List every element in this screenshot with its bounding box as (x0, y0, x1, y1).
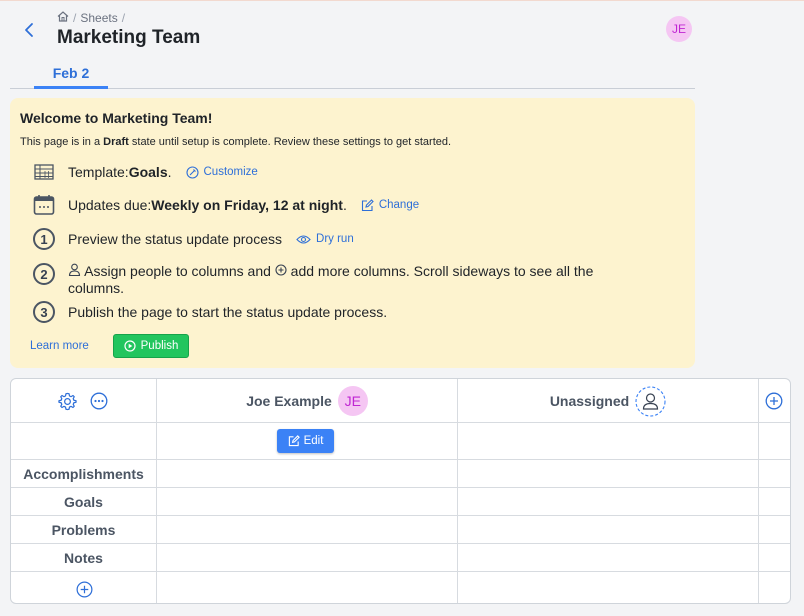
updates-label: Updates due: (68, 197, 152, 213)
step-1-number: 1 (33, 228, 55, 250)
plus-circle-icon (275, 263, 287, 279)
plus-circle-icon (765, 392, 783, 410)
draft-state: Draft (103, 136, 129, 148)
step-2-text-a: Assign people to columns and (81, 263, 275, 279)
template-period: . (167, 164, 172, 180)
back-button[interactable] (18, 19, 40, 41)
row-label-problems: Problems (51, 522, 116, 538)
status-grid: Joe Example JE Unassigned Edit Accomplis… (10, 378, 791, 604)
publish-label: Publish (140, 340, 179, 352)
breadcrumb-sheets[interactable]: Sheets (80, 11, 117, 25)
dry-run-link[interactable]: Dry run (296, 233, 354, 245)
eye-icon (296, 234, 311, 244)
user-avatar[interactable]: JE (666, 16, 692, 42)
template-name: Goals (128, 164, 168, 180)
magic-wand-icon (185, 165, 199, 179)
step-1-row: 1 Preview the status update process Dry … (32, 227, 354, 251)
plus-circle-icon (76, 581, 92, 597)
chevron-left-icon (25, 23, 33, 37)
row-label-goals: Goals (64, 494, 103, 510)
column-header-unassigned[interactable]: Unassigned (458, 379, 758, 423)
breadcrumb-separator: / (73, 11, 77, 25)
step-1-text: Preview the status update process (68, 231, 283, 247)
updates-period: . (342, 197, 347, 213)
step-2-text-c: columns. (68, 280, 125, 296)
column-name: Unassigned (549, 393, 630, 409)
settings-button[interactable] (57, 391, 77, 411)
template-row: Template: Goals. Customize (32, 160, 258, 184)
breadcrumb: / Sheets / (57, 11, 125, 25)
column-header-joe-example[interactable]: Joe Example JE (157, 379, 457, 423)
step-2-number: 2 (33, 263, 55, 285)
table-icon (32, 160, 56, 184)
draft-desc-text: This page is in a (20, 136, 104, 148)
more-options-button[interactable] (89, 391, 109, 411)
dry-run-label: Dry run (316, 233, 354, 245)
row-label-accomplishments: Accomplishments (23, 466, 144, 482)
tab-feb-2[interactable]: Feb 2 (34, 63, 108, 89)
change-link[interactable]: Change (361, 198, 420, 212)
home-icon[interactable] (57, 11, 69, 25)
row-label-notes: Notes (64, 550, 103, 566)
template-label: Template: (68, 164, 129, 180)
step-3-text: Publish the page to start the status upd… (68, 304, 388, 320)
draft-setup-panel: Welcome to Marketing Team! This page is … (10, 98, 695, 368)
person-icon (68, 263, 81, 279)
change-label: Change (378, 199, 420, 211)
customize-label: Customize (203, 166, 258, 178)
updates-schedule: Weekly on Friday, 12 at night (151, 197, 343, 213)
add-row-button[interactable] (74, 579, 94, 599)
edit-button[interactable]: Edit (277, 429, 334, 453)
updates-row: Updates due: Weekly on Friday, 12 at nig… (32, 193, 419, 217)
column-avatar: JE (337, 386, 368, 416)
learn-more-link[interactable]: Learn more (30, 340, 89, 352)
gear-icon (57, 392, 77, 410)
draft-description: This page is in a Draft state until setu… (20, 136, 451, 148)
edit-icon (361, 198, 374, 211)
publish-button[interactable]: Publish (113, 334, 189, 358)
draft-desc-text: state until setup is complete. Review th… (128, 136, 452, 148)
unassigned-person-icon (635, 385, 666, 417)
step-2-row: 2 Assign people to columns and add more … (32, 261, 628, 297)
edit-label: Edit (303, 435, 324, 447)
play-circle-icon (124, 340, 136, 352)
step-3-row: 3 Publish the page to start the status u… (32, 300, 387, 324)
column-name: Joe Example (246, 393, 332, 409)
more-horizontal-icon (90, 392, 108, 410)
breadcrumb-separator: / (121, 11, 126, 25)
add-column-button[interactable] (764, 391, 784, 411)
step-2-text-b: add more columns. Scroll sideways to see… (286, 263, 594, 279)
edit-icon (288, 435, 300, 447)
step-3-number: 3 (33, 301, 55, 323)
calendar-icon (32, 193, 56, 217)
customize-link[interactable]: Customize (185, 165, 258, 179)
draft-title: Welcome to Marketing Team! (20, 110, 213, 126)
tab-bar: Feb 2 (10, 63, 695, 89)
page-title: Marketing Team (57, 27, 201, 48)
